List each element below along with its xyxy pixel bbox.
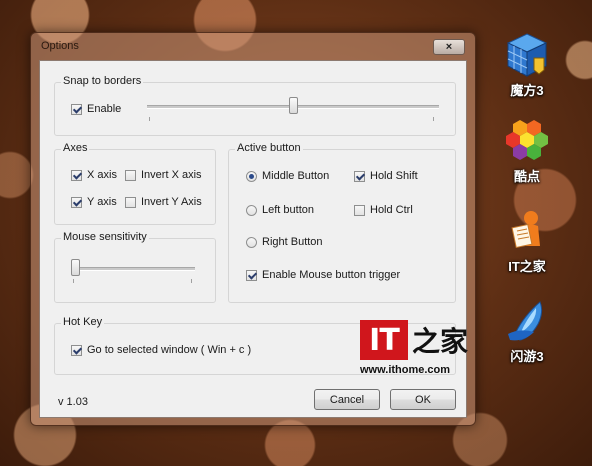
hot-key-title: Hot Key [61,316,105,328]
reader-figure-icon [504,208,550,254]
ithome-url: www.ithome.com [360,364,451,376]
cancel-button[interactable]: Cancel [314,389,380,410]
close-button[interactable]: × [433,39,465,55]
slider-thumb[interactable] [289,97,298,114]
checkbox-box[interactable] [71,344,82,356]
desktop-icon-label: 闪游3 [510,349,544,364]
slider-tick [191,279,192,283]
version-label: v 1.03 [58,396,88,408]
window-title: Options [41,40,79,52]
slider-tick [433,117,434,121]
checkbox-box[interactable] [71,103,82,115]
x-axis-label: X axis [87,169,117,181]
cancel-button-label: Cancel [329,393,365,406]
checkbox-box[interactable] [125,196,136,208]
hold-shift-checkbox[interactable]: Hold Shift [354,170,418,182]
hexagon-cluster-icon [504,118,550,164]
title-bar[interactable]: Options × [31,33,475,59]
right-button-radio[interactable]: Right Button [246,236,323,248]
checkbox-box[interactable] [354,170,365,182]
snap-slider[interactable] [147,97,439,127]
snap-to-borders-group: Snap to borders Enable [54,75,456,136]
mouse-sensitivity-group: Mouse sensitivity [54,231,216,303]
invert-y-axis-checkbox[interactable]: Invert Y Axis [125,196,202,208]
enable-mouse-trigger-label: Enable Mouse button trigger [262,269,401,281]
enable-mouse-trigger-checkbox[interactable]: Enable Mouse button trigger [246,269,400,281]
desktop-icon-label: 魔方3 [510,83,544,98]
slider-tick [149,117,150,121]
hold-ctrl-label: Hold Ctrl [370,204,413,216]
checkbox-box[interactable] [71,169,82,181]
hold-ctrl-checkbox[interactable]: Hold Ctrl [354,204,413,216]
desktop-icon-mofang3[interactable]: 魔方3 [497,32,557,99]
checkbox-box[interactable] [125,169,136,181]
y-axis-label: Y axis [87,196,117,208]
active-button-title: Active button [235,142,303,154]
goto-window-checkbox[interactable]: Go to selected window ( Win + c ) [71,344,251,356]
desktop-icon-kudian[interactable]: 酷点 [497,118,557,185]
invert-y-axis-label: Invert Y Axis [141,196,202,208]
x-axis-checkbox[interactable]: X axis [71,169,117,181]
radio-circle[interactable] [246,170,257,182]
right-button-label: Right Button [262,236,323,248]
ithome-logo-it: IT [360,320,408,360]
desktop-icon-ithome[interactable]: IT之家 [497,208,557,275]
desktop-icon-label: IT之家 [508,259,546,274]
left-button-radio[interactable]: Left button [246,204,314,216]
y-axis-checkbox[interactable]: Y axis [71,196,117,208]
checkbox-box[interactable] [354,204,365,216]
active-button-group: Active button Middle Button Hold Shift L… [228,142,456,303]
ok-button-label: OK [415,393,431,406]
snap-enable-checkbox[interactable]: Enable [71,103,121,115]
middle-button-radio[interactable]: Middle Button [246,170,329,182]
axes-title: Axes [61,142,90,154]
axes-group: Axes X axis Invert X axis Y axis Invert … [54,142,216,225]
middle-button-label: Middle Button [262,170,330,182]
left-button-label: Left button [262,204,314,216]
sensitivity-slider[interactable] [71,259,195,287]
goto-window-label: Go to selected window ( Win + c ) [87,344,252,356]
rubiks-cube-icon [504,32,550,78]
slider-track [71,267,195,271]
slider-thumb[interactable] [71,259,80,276]
mouse-sensitivity-title: Mouse sensitivity [61,231,149,243]
desktop-icon-label: 酷点 [513,169,540,184]
ok-button[interactable]: OK [390,389,456,410]
ithome-logo: IT 之家 [360,320,468,360]
snap-enable-label: Enable [87,103,122,115]
close-icon: × [445,41,453,53]
radio-circle[interactable] [246,236,257,248]
radio-circle[interactable] [246,204,257,216]
ithome-watermark: IT 之家 www.ithome.com [360,320,468,376]
checkbox-box[interactable] [71,196,82,208]
snap-to-borders-title: Snap to borders [61,75,144,87]
desktop-icon-shanyou3[interactable]: 闪游3 [497,298,557,365]
checkbox-box[interactable] [246,269,257,281]
slider-tick [73,279,74,283]
invert-x-axis-label: Invert X axis [141,169,202,181]
hold-shift-label: Hold Shift [370,170,418,182]
ithome-logo-zh: 之家 [412,325,469,358]
invert-x-axis-checkbox[interactable]: Invert X axis [125,169,202,181]
flame-swirl-icon [504,298,550,344]
